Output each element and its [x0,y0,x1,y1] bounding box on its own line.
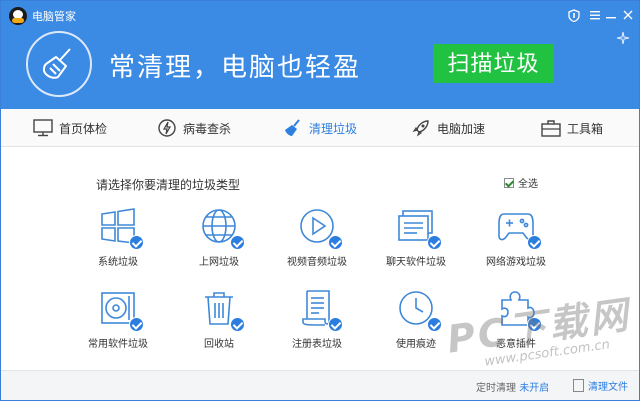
item-label: 回收站 [204,339,234,350]
item-label: 恶意插件 [496,339,536,350]
checked-badge-icon[interactable] [129,235,144,250]
checked-badge-icon[interactable] [527,317,542,332]
tab-speed-up[interactable]: 电脑加速 [411,109,485,147]
item-label: 网络游戏垃圾 [486,257,546,268]
disc-icon [98,288,144,332]
item-label: 使用痕迹 [396,339,436,350]
junk-item-internet[interactable]: 上网垃圾 [174,206,264,268]
junk-item-online-game[interactable]: 网络游戏垃圾 [471,206,561,268]
tab-virus-scan[interactable]: 病毒查杀 [157,109,231,147]
status-value: 未开启 [519,383,550,394]
rocket-icon [412,120,429,137]
windows-icon [98,206,144,250]
checked-badge-icon[interactable] [328,317,343,332]
item-label: 聊天软件垃圾 [386,257,446,268]
junk-item-video-audio[interactable]: 视频音频垃圾 [272,206,362,268]
scan-junk-button[interactable]: 扫描垃圾 [433,44,554,83]
monitor-icon [33,119,53,137]
clean-panel: 请选择你要清理的垃圾类型 全选 系统垃圾 上网垃圾 视频音频垃圾 聊天软件垃圾 … [1,148,639,370]
gamepad-icon [496,206,542,250]
item-label: 上网垃圾 [199,257,239,268]
tab-label: 电脑加速 [437,121,486,136]
title-bar: 电脑管家 [1,1,639,29]
slogan-text: 常清理，电脑也轻盈 [109,53,362,83]
puzzle-icon [496,288,542,332]
junk-item-system[interactable]: 系统垃圾 [73,206,163,268]
app-title: 电脑管家 [32,10,76,23]
checked-badge-icon[interactable] [427,235,442,250]
tab-label: 工具箱 [567,121,604,136]
close-icon[interactable] [621,9,635,23]
clean-file-button[interactable]: 清理文件 [573,378,628,393]
item-label: 视频音频垃圾 [287,257,347,268]
chat-icon [396,206,442,250]
checked-badge-icon[interactable] [527,235,542,250]
item-label: 注册表垃圾 [292,339,342,350]
clock-icon [396,288,442,332]
checked-badge-icon[interactable] [328,235,343,250]
junk-item-usage-traces[interactable]: 使用痕迹 [371,288,461,350]
item-label: 常用软件垃圾 [88,339,148,350]
item-label: 系统垃圾 [98,257,138,268]
checked-badge-icon[interactable] [427,317,442,332]
junk-item-malicious-plugin[interactable]: 恶意插件 [471,288,561,350]
broom-icon [285,119,300,136]
tab-label: 病毒查杀 [183,121,232,136]
shield-bolt-icon [158,119,176,137]
play-icon [297,206,343,250]
toolbox-icon [541,120,561,137]
checkbox-icon[interactable] [504,177,514,188]
junk-item-common-software[interactable]: 常用软件垃圾 [73,288,163,350]
select-all-label: 全选 [518,179,538,190]
tab-label: 首页体检 [59,121,108,136]
tab-toolbox[interactable]: 工具箱 [541,109,603,147]
trash-icon [199,288,245,332]
shield-icon[interactable] [567,9,581,23]
scheduled-clean-status[interactable]: 定时清理 未开启 [476,379,549,394]
menu-icon[interactable] [588,9,602,23]
checked-badge-icon[interactable] [129,317,144,332]
junk-item-registry[interactable]: 注册表垃圾 [272,288,362,350]
header-banner: 电脑管家 常清理，电脑也轻盈 扫描垃圾 [1,1,639,109]
checked-badge-icon[interactable] [230,317,245,332]
clean-file-label: 清理文件 [588,382,628,393]
sparkle-icon[interactable] [616,31,630,48]
status-footer: 定时清理 未开启 清理文件 [1,370,639,400]
broom-icon [26,31,92,97]
junk-item-chat[interactable]: 聊天软件垃圾 [371,206,461,268]
select-all-checkbox[interactable]: 全选 [504,175,538,190]
registry-icon [297,288,343,332]
penguin-logo-icon [9,7,27,25]
minimize-icon[interactable] [604,9,618,23]
tab-clean-junk[interactable]: 清理垃圾 [283,109,357,147]
globe-icon [199,206,245,250]
main-tab-bar: 首页体检 病毒查杀 清理垃圾 电脑加速 工具箱 [1,109,639,147]
checked-badge-icon[interactable] [230,235,245,250]
panel-prompt: 请选择你要清理的垃圾类型 [96,178,241,192]
junk-item-recycle-bin[interactable]: 回收站 [174,288,264,350]
app-window: 电脑管家 常清理，电脑也轻盈 扫描垃圾 首页体检 病毒查杀 清理垃圾 电脑加速 … [0,0,640,401]
tab-home-checkup[interactable]: 首页体检 [33,109,107,147]
tab-label: 清理垃圾 [309,121,358,136]
status-prefix: 定时清理 [476,383,516,394]
